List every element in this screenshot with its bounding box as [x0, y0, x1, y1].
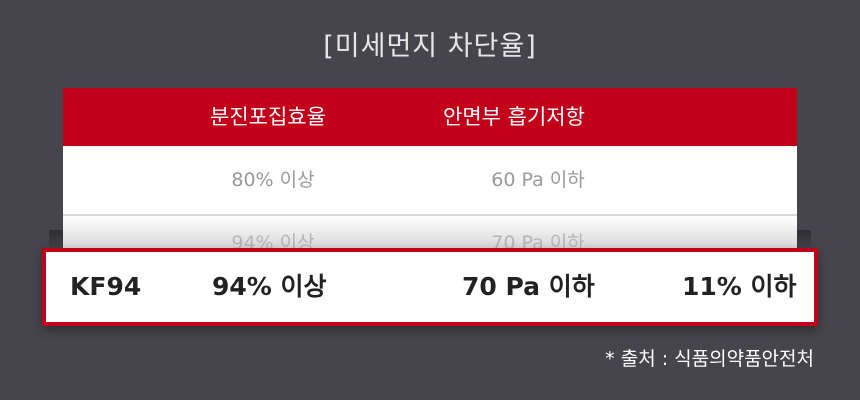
header-filtration-efficiency: 분진포집효율	[210, 105, 326, 129]
highlight-leakage: 11% 이하	[682, 272, 797, 301]
row1-resistance: 60 Pa 이하	[491, 169, 585, 191]
ghost-efficiency: 94% 이상	[231, 232, 315, 248]
highlight-efficiency: 94% 이상	[212, 272, 327, 301]
table-header: 분진포집효율 안면부 흡기저항	[63, 88, 797, 146]
table-row: 80% 이상 60 Pa 이하	[63, 146, 797, 216]
page-title: [미세먼지 차단율]	[323, 31, 537, 62]
header-inhalation-resistance: 안면부 흡기저항	[443, 105, 585, 129]
source-footnote: * 출처 : 식품의약품안전처	[605, 348, 814, 370]
highlight-row-kf94: KF94 94% 이상 70 Pa 이하 11% 이하	[42, 248, 818, 326]
table-row-faded: 94% 이상 70 Pa 이하	[63, 216, 797, 248]
row1-efficiency: 80% 이상	[231, 169, 315, 191]
grade-label: KF94	[70, 272, 142, 301]
ghost-resistance: 70 Pa 이하	[491, 232, 585, 248]
highlight-resistance: 70 Pa 이하	[462, 272, 595, 301]
spec-table: 분진포집효율 안면부 흡기저항 80% 이상 60 Pa 이하 94% 이상 7…	[63, 88, 797, 248]
